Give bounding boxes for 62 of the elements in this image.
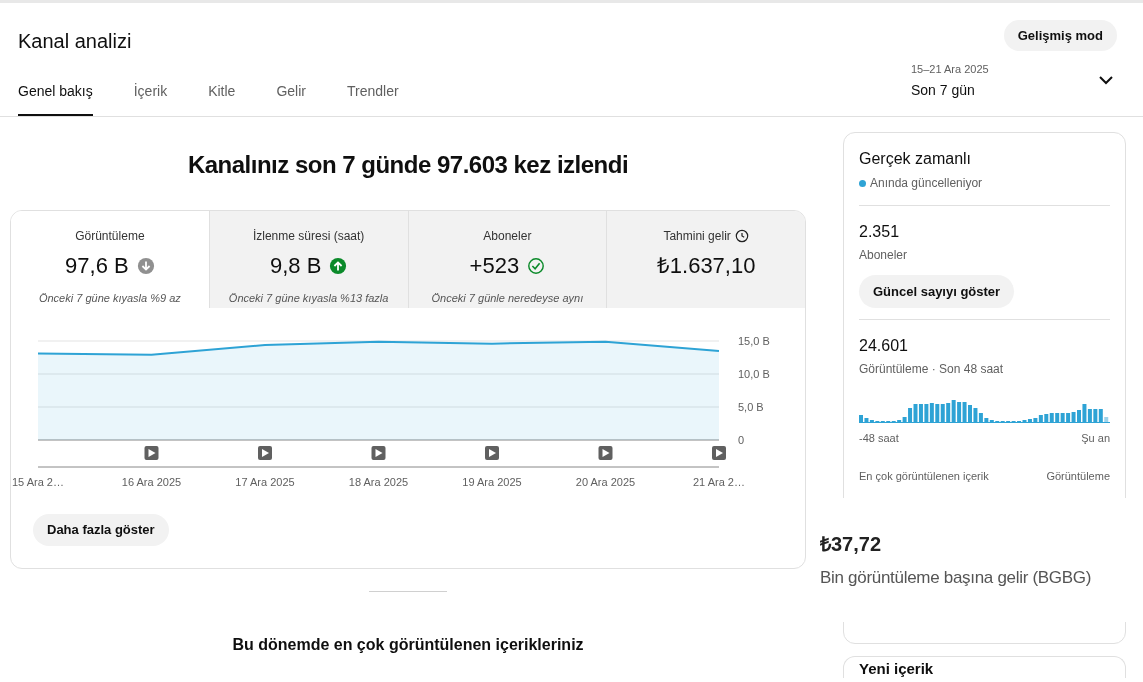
nav-tab[interactable]: Genel bakış [18,81,93,116]
subscriber-count: 2.351 [859,222,901,242]
play-icon[interactable] [371,446,386,460]
x-tick-label: 17 Ara 2025 [235,476,295,488]
y-tick-label: 5,0 B [738,401,764,413]
check-circle-icon [527,256,546,275]
metric-label: Tahmini gelir [663,228,731,245]
metric-note: Önceki 7 günle neredeyse aynı [431,291,584,306]
x-tick-label: 16 Ara 2025 [121,476,182,488]
play-icon[interactable] [712,446,726,460]
table-header: Görüntüleme [1046,468,1110,484]
axis-end-label: Şu an [1081,431,1110,446]
play-icon[interactable] [598,446,613,460]
rpm-value: ₺37,72 [820,532,883,558]
nav-tab[interactable]: Gelir [276,81,306,116]
views-count: 24.601 [859,336,909,356]
metric-value: 9,8 B [269,252,322,280]
new-content-title: Yeni içerik [859,660,934,677]
metric-label: Aboneler [483,228,532,245]
current-count-button[interactable]: Güncel sayıyı göster [859,275,1015,308]
x-tick-label: 19 Ara 2025 [462,476,522,488]
show-more-button[interactable]: Daha fazla göster [33,514,169,546]
metric-value: ₺1.637,10 [656,252,756,280]
metric-tab[interactable]: Görüntüleme 97,6 B Önceki 7 güne kıyasla %9 az [11,211,210,308]
play-icon[interactable] [485,446,499,460]
clock-icon [734,229,749,243]
nav-tab[interactable]: Trendler [346,81,399,116]
headline: Kanalınız son 7 günde 97.603 kez izlendi [187,150,629,180]
date-range-dropdown[interactable]: 15–21 Ara 2025 Son 7 gün [911,60,1113,116]
axis-start-label: -48 saat [859,431,899,446]
x-tick-label: 21 Ara 2… [693,476,745,488]
metric-note: Önceki 7 güne kıyasla %9 az [38,291,181,306]
section-title: Bu dönemde en çok görüntülenen içerikleriniz [232,635,584,655]
x-tick-label: 18 Ara 2025 [348,476,409,488]
subscriber-label: Aboneler [859,247,909,264]
y-tick-label: 10,0 B [738,368,770,380]
metric-label: Görüntüleme [75,228,145,245]
advanced-mode-button[interactable]: Gelişmiş mod [1003,20,1117,51]
rpm-label: Bin görüntüleme başına gelir (BGBG) [820,567,1093,590]
x-tick-label: 15 Ara 2… [12,476,64,488]
metric-note: Önceki 7 güne kıyasla %13 fazla [228,291,389,306]
metric-value: 97,6 B [65,252,129,280]
live-status: Anında güncelleniyor [870,175,983,192]
metric-value: +523 [469,252,520,280]
page-title: Kanal analizi [18,29,132,54]
nav-tab[interactable]: Kitle [208,81,236,116]
y-tick-label: 15,0 B [738,335,770,347]
metric-label: İzlenme süresi (saat) [252,228,365,245]
nav-tab[interactable]: İçerik [133,81,168,116]
metric-tab[interactable]: İzlenme süresi (saat) 9,8 B Önceki 7 güne kıyasla %13 fazla [209,211,409,308]
metric-tab[interactable]: Aboneler +523 Önceki 7 günle neredeyse aynı [408,211,608,308]
x-tick-label: 20 Ara 2025 [575,476,636,488]
y-tick-label: 0 [738,434,745,446]
play-icon[interactable] [144,446,159,460]
realtime-title: Gerçek zamanlı [859,149,973,169]
views-label: Görüntüleme · Son 48 saat [859,361,1005,378]
metric-tab[interactable]: Tahmini gelir ₺1.637,10 [607,211,805,308]
play-icon[interactable] [258,446,272,460]
table-header: En çok görüntülenen içerik [859,468,989,484]
date-range: 15–21 Ara 2025 [911,61,989,77]
date-range-label: Son 7 gün [911,81,976,100]
chevron-down-icon [1099,76,1113,86]
